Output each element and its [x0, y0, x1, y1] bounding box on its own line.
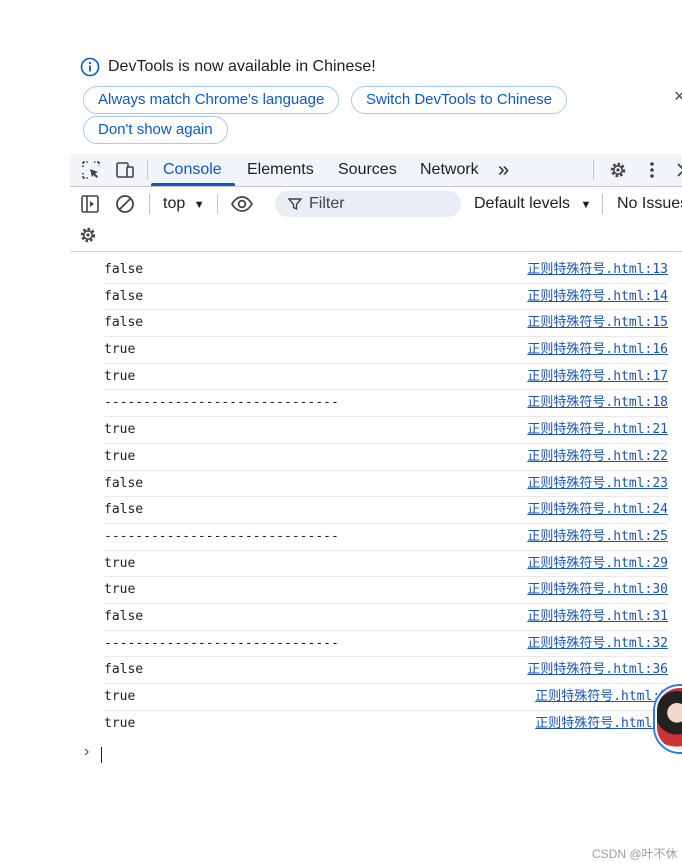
source-link[interactable]: 正则特殊符号.html:14: [527, 284, 668, 310]
message-text: true: [104, 555, 136, 571]
console-toolbar: top ▼ Filter Default levels ▼ No Issues: [70, 188, 682, 220]
toolbar-separator: [149, 194, 150, 214]
tab-console[interactable]: Console: [163, 154, 222, 186]
source-link[interactable]: 正则特殊符号.html:23: [527, 471, 668, 497]
console-prompt-icon: ›: [84, 743, 90, 760]
source-link[interactable]: 正则特殊符号.html:29: [527, 551, 668, 577]
source-link[interactable]: 正则特殊符号.html:31: [527, 604, 668, 630]
console-message: false 正则特殊符号.html:15: [104, 310, 668, 338]
match-language-button[interactable]: Always match Chrome's language: [83, 86, 340, 114]
message-text: false: [104, 502, 144, 518]
source-link[interactable]: 正则特殊符号.html:13: [527, 257, 668, 283]
console-message: true 正则特殊符号.html:29: [104, 551, 668, 578]
dont-show-again-button[interactable]: Don't show again: [83, 116, 228, 144]
message-text: true: [104, 422, 136, 438]
console-message: ------------------------------ 正则特殊符号.htm…: [104, 524, 668, 551]
console-message: false 正则特殊符号.html:23: [104, 471, 668, 498]
log-levels-dropdown[interactable]: Default levels ▼: [474, 188, 591, 220]
message-text: true: [104, 448, 136, 464]
console-message: false 正则特殊符号.html:13: [104, 257, 668, 284]
toolbar-separator: [217, 194, 218, 214]
console-message: true 正则特殊符号.html:3: [104, 711, 668, 738]
active-tab-indicator: [151, 183, 235, 186]
console-message: false 正则特殊符号.html:14: [104, 284, 668, 311]
console-message: true 正则特殊符号.html:30: [104, 577, 668, 604]
message-text: false: [104, 662, 144, 678]
message-text: ------------------------------: [104, 528, 339, 544]
message-text: ------------------------------: [104, 395, 339, 411]
devtools-tabbar: Console Elements Sources Network »: [70, 154, 682, 187]
message-text: true: [104, 582, 136, 598]
console-input-caret[interactable]: [101, 747, 102, 763]
console-messages: false 正则特殊符号.html:13 false 正则特殊符号.html:14 …: [70, 257, 682, 737]
close-banner-icon[interactable]: ×: [674, 86, 682, 106]
settings-gear-icon[interactable]: [608, 160, 628, 180]
more-tabs-icon[interactable]: »: [498, 154, 509, 186]
toolbar-separator: [602, 194, 603, 214]
dropdown-arrow-icon: ▼: [193, 199, 205, 211]
watermark: CSDN @叶不休: [592, 847, 678, 861]
source-link[interactable]: 正则特殊符号.html:21: [527, 417, 668, 443]
source-link[interactable]: 正则特殊符号.html:3: [535, 711, 668, 737]
message-text: false: [104, 262, 144, 277]
banner-message: DevTools is now available in Chinese!: [108, 58, 376, 75]
console-message: true 正则特殊符号.html:17: [104, 364, 668, 391]
issues-counter[interactable]: No Issues: [617, 188, 682, 220]
tab-elements[interactable]: Elements: [247, 154, 314, 186]
message-text: false: [104, 315, 144, 331]
context-value: top: [163, 195, 186, 212]
message-text: true: [104, 368, 136, 384]
clear-console-icon[interactable]: [115, 194, 135, 214]
console-message: false 正则特殊符号.html:24: [104, 497, 668, 524]
switch-to-chinese-button[interactable]: Switch DevTools to Chinese: [351, 86, 567, 114]
tab-sources[interactable]: Sources: [338, 154, 397, 186]
context-selector[interactable]: top ▼: [163, 188, 205, 220]
info-icon: [80, 57, 100, 77]
console-message: true 正则特殊符号.html:3: [104, 684, 668, 711]
tabbar-separator: [147, 160, 148, 180]
source-link[interactable]: 正则特殊符号.html:22: [527, 444, 668, 470]
console-message: true 正则特殊符号.html:21: [104, 417, 668, 444]
filter-input[interactable]: Filter: [275, 191, 461, 217]
message-text: true: [104, 342, 136, 358]
source-link[interactable]: 正则特殊符号.html:25: [527, 524, 668, 550]
filter-placeholder: Filter: [309, 195, 345, 212]
source-link[interactable]: 正则特殊符号.html:30: [527, 577, 668, 603]
console-message: false 正则特殊符号.html:36: [104, 657, 668, 684]
source-link[interactable]: 正则特殊符号.html:15: [527, 310, 668, 336]
floating-avatar[interactable]: [655, 686, 682, 752]
close-devtools-icon[interactable]: [674, 160, 682, 180]
source-link[interactable]: 正则特殊符号.html:17: [527, 364, 668, 390]
source-link[interactable]: 正则特殊符号.html:32: [527, 631, 668, 657]
device-toolbar-icon[interactable]: [115, 160, 135, 180]
toolbar-divider: [70, 251, 682, 252]
more-options-icon[interactable]: [642, 160, 662, 180]
source-link[interactable]: 正则特殊符号.html:24: [527, 497, 668, 523]
inspect-element-icon[interactable]: [81, 160, 101, 180]
sidebar-toggle-icon[interactable]: [80, 194, 100, 214]
message-text: true: [104, 715, 136, 731]
source-link[interactable]: 正则特殊符号.html:18: [527, 390, 668, 416]
message-text: true: [104, 689, 136, 704]
message-text: false: [104, 475, 144, 491]
source-link[interactable]: 正则特殊符号.html:3: [535, 684, 668, 710]
console-message: true 正则特殊符号.html:16: [104, 337, 668, 364]
console-message: true 正则特殊符号.html:22: [104, 444, 668, 471]
message-text: false: [104, 608, 144, 624]
dropdown-arrow-icon: ▼: [580, 199, 592, 211]
tab-network[interactable]: Network: [420, 154, 479, 186]
log-levels-label: Default levels: [474, 195, 571, 212]
live-expression-eye-icon[interactable]: [230, 194, 254, 214]
console-message: ------------------------------ 正则特殊符号.htm…: [104, 390, 668, 418]
tabbar-separator: [593, 160, 594, 180]
console-message: ------------------------------ 正则特殊符号.htm…: [104, 631, 668, 658]
console-settings-gear-icon[interactable]: [78, 225, 98, 245]
console-message: false 正则特殊符号.html:31: [104, 604, 668, 631]
filter-funnel-icon: [288, 198, 302, 211]
source-link[interactable]: 正则特殊符号.html:16: [527, 337, 668, 363]
message-text: ------------------------------: [104, 635, 339, 651]
source-link[interactable]: 正则特殊符号.html:36: [527, 657, 668, 683]
message-text: false: [104, 288, 144, 304]
language-banner: DevTools is now available in Chinese!: [80, 56, 376, 78]
